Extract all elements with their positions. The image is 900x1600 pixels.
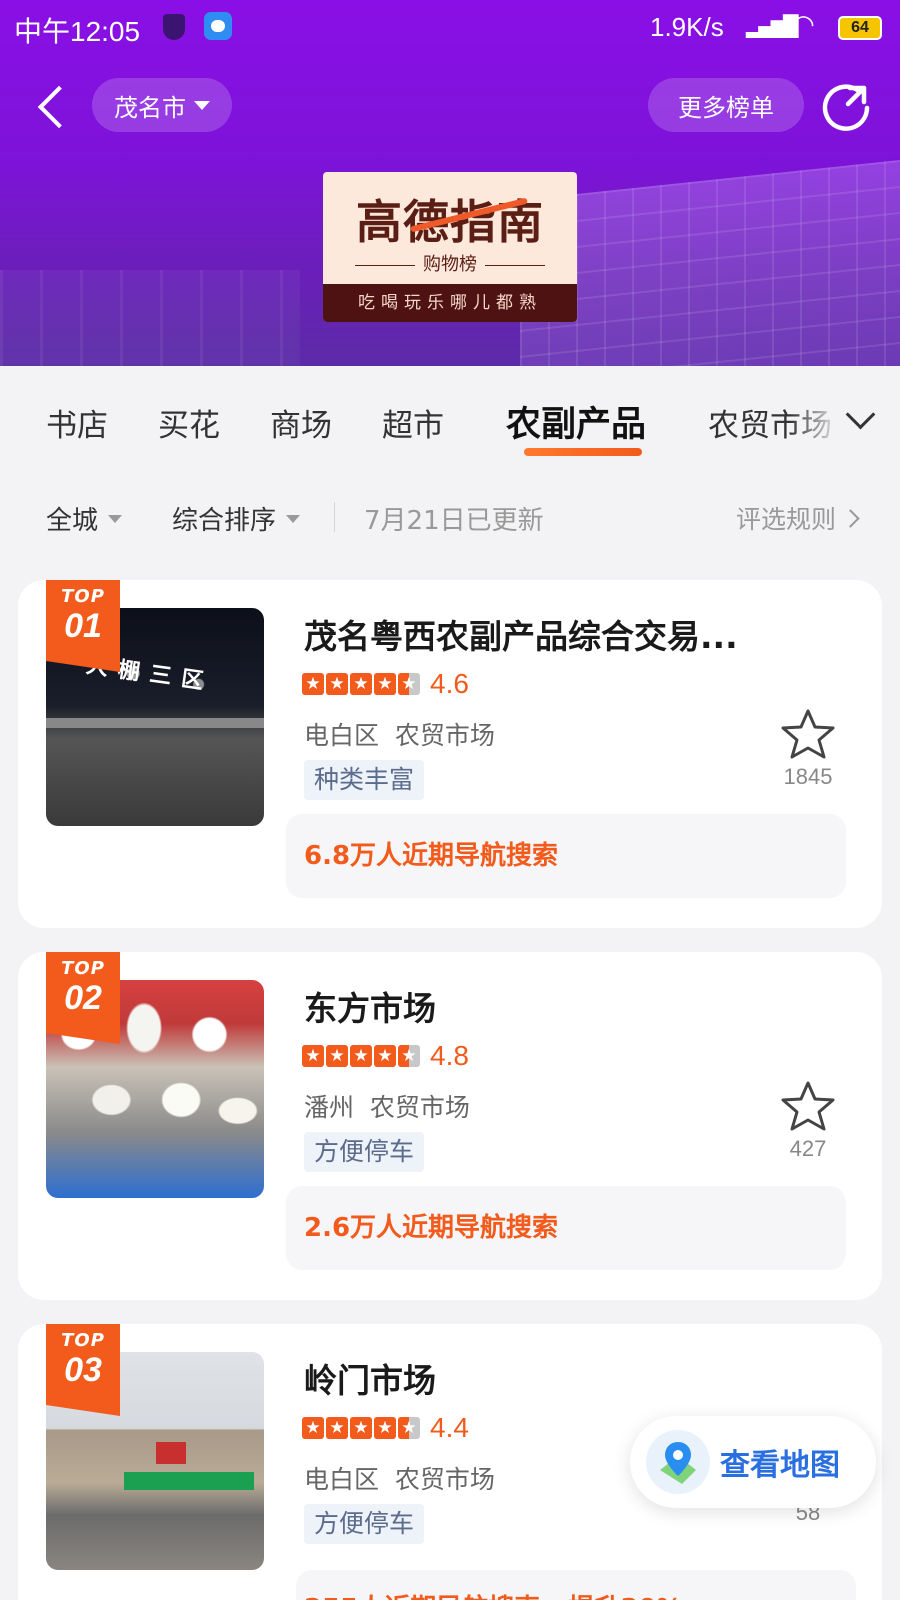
- update-date: 7月21日已更新: [364, 506, 544, 536]
- feature-tag: 种类丰富: [304, 760, 425, 800]
- sort-filter-label: 综合排序: [172, 506, 277, 536]
- rules-label: 评选规则: [736, 505, 837, 534]
- favorite-button[interactable]: 427: [774, 1080, 842, 1162]
- rating: ★ ★ ★ ★ ★ 4.6: [302, 668, 469, 700]
- sort-filter[interactable]: 综合排序: [172, 500, 301, 537]
- app-notification-icon: [204, 12, 232, 40]
- logo-slogan: 吃喝玩乐哪儿都熟: [323, 284, 577, 322]
- star-outline-icon: [781, 709, 835, 759]
- favorite-count: 1845: [783, 764, 833, 789]
- tab-flowers[interactable]: 买花: [158, 400, 220, 445]
- rating: ★ ★ ★ ★ ★ 4.8: [302, 1040, 469, 1072]
- category-tabs: 书店 买花 商场 超市 农副产品 农贸市场: [0, 366, 900, 466]
- rank-badge: TOP 02: [46, 952, 120, 1044]
- tab-bookstore[interactable]: 书店: [46, 400, 108, 445]
- tab-mall[interactable]: 商场: [270, 400, 332, 445]
- feature-tag: 方便停车: [304, 1132, 425, 1172]
- listing-card[interactable]: 大棚三区 TOP 01 茂名粤西农副产品综合交易... ★ ★ ★ ★ ★ 4.6 电白…: [18, 580, 882, 928]
- rating-score: 4.6: [430, 668, 469, 699]
- tab-supermarket[interactable]: 超市: [382, 400, 444, 445]
- filter-bar: 全城 综合排序 7月21日已更新 评选规则: [0, 486, 900, 546]
- rank-badge: TOP 01: [46, 580, 120, 672]
- caret-down-icon: [194, 100, 210, 110]
- active-tab-indicator: [524, 448, 642, 456]
- caret-down-icon: [108, 514, 123, 523]
- guide-logo: 高德指南 购物榜 吃喝玩乐哪儿都熟: [323, 172, 577, 322]
- back-arrow-icon[interactable]: [30, 78, 74, 134]
- share-icon[interactable]: [820, 78, 874, 132]
- battery-icon: 64: [838, 16, 882, 40]
- more-rankings-button[interactable]: 更多榜单: [648, 78, 804, 132]
- listing-location: 潘州 农贸市场: [304, 1093, 470, 1122]
- rating: ★ ★ ★ ★ ★ 4.4: [302, 1412, 469, 1444]
- building-illustration: [520, 160, 900, 366]
- network-speed: 1.9K/s: [650, 12, 724, 42]
- listing-location: 电白区 农贸市场: [304, 1465, 495, 1494]
- search-popularity: 2.6万人近期导航搜索: [286, 1186, 846, 1270]
- building-illustration-left: [0, 270, 300, 366]
- wifi-icon: ◠: [792, 10, 815, 40]
- view-map-label: 查看地图: [720, 1448, 840, 1483]
- listing-name[interactable]: 东方市场: [304, 982, 436, 1030]
- city-label: 茂名市: [114, 93, 186, 122]
- listing-location: 电白区 农贸市场: [304, 721, 495, 750]
- star-rating-icon: ★ ★ ★ ★ ★: [302, 673, 420, 695]
- chevron-right-icon: [841, 508, 860, 528]
- listing-name[interactable]: 茂名粤西农副产品综合交易...: [304, 610, 738, 658]
- more-rankings-label: 更多榜单: [678, 93, 774, 122]
- favorite-button[interactable]: 1845: [774, 708, 842, 790]
- status-bar: 中午12:05 1.9K/s ▂▄▆█ ◠ 64: [0, 0, 900, 56]
- city-selector[interactable]: 茂名市: [92, 78, 232, 132]
- rating-score: 4.8: [430, 1040, 469, 1071]
- tabs-fade: [790, 366, 840, 466]
- signal-icon: ▂▄▆█: [746, 14, 799, 38]
- feature-tag: 方便停车: [304, 1504, 425, 1544]
- rank-badge: TOP 03: [46, 1324, 120, 1416]
- area-filter-label: 全城: [46, 506, 99, 536]
- listing-card[interactable]: TOP 02 东方市场 ★ ★ ★ ★ ★ 4.8 潘州 农贸市场 方便停车 2.6万人…: [18, 952, 882, 1300]
- rating-score: 4.4: [430, 1412, 469, 1443]
- logo-subtitle: 购物榜: [323, 250, 577, 276]
- listing-name[interactable]: 岭门市场: [304, 1354, 436, 1402]
- rules-link[interactable]: 评选规则: [736, 500, 860, 536]
- shield-icon: [163, 14, 185, 40]
- favorite-count: 427: [789, 1136, 827, 1161]
- expand-categories-icon[interactable]: [844, 402, 878, 436]
- search-popularity: 6.8万人近期导航搜索: [286, 814, 846, 898]
- divider: [334, 502, 335, 532]
- area-filter[interactable]: 全城: [46, 500, 123, 537]
- star-rating-icon: ★ ★ ★ ★ ★: [302, 1045, 420, 1067]
- star-outline-icon: [781, 1081, 835, 1131]
- view-map-button[interactable]: 查看地图: [630, 1416, 876, 1508]
- search-popularity: 255人近期导航搜索 · 提升30%: [296, 1570, 856, 1600]
- header-banner: 中午12:05 1.9K/s ▂▄▆█ ◠ 64 茂名市 更多榜单 高德指南 购…: [0, 0, 900, 366]
- star-rating-icon: ★ ★ ★ ★ ★: [302, 1417, 420, 1439]
- tab-farm-products[interactable]: 农副产品: [506, 396, 646, 447]
- caret-down-icon: [286, 514, 301, 523]
- status-time: 中午12:05: [14, 16, 141, 47]
- map-pin-icon: [646, 1430, 710, 1494]
